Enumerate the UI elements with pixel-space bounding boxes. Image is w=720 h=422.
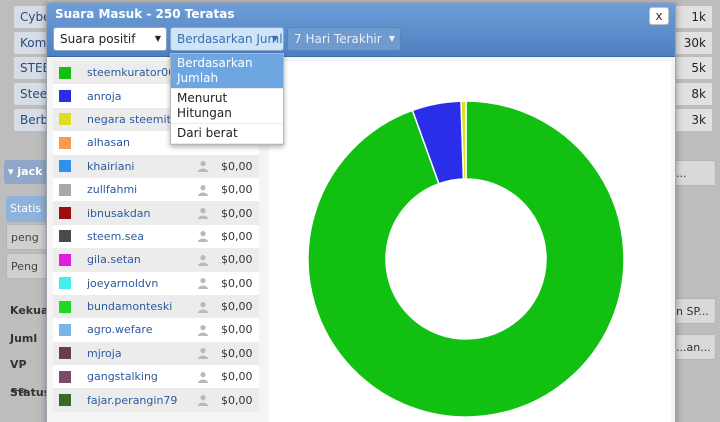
series-color-swatch [59,300,71,313]
vote-amount: $0,00 [221,370,253,384]
close-button[interactable]: x [649,7,669,25]
series-color-swatch [59,136,71,149]
vote-amount: $0,00 [221,346,253,360]
voter-name-link[interactable]: fajar.perangin79 [87,394,193,407]
modal-header: Suara Masuk - 250 Teratas x Suara positi… [47,3,675,57]
bg-user-label: jack [17,165,43,178]
bg-user-header: ▾ jack [4,160,48,184]
voter-name-link[interactable]: joeyarnoldvn [87,277,193,290]
user-icon [193,301,213,313]
series-color-swatch [59,277,71,290]
series-color-swatch [59,323,71,336]
vote-amount: $0,00 [221,229,253,243]
vote-amount: $0,00 [221,183,253,197]
sort-select[interactable]: Berdasarkan Jumlah ▼ [170,27,284,51]
user-icon [193,347,213,360]
vote-type-select[interactable]: Suara positif ▼ [53,27,167,51]
series-color-swatch [59,394,71,407]
series-color-swatch [59,253,71,266]
user-icon [193,184,213,196]
vote-share-chart [269,61,671,422]
voter-row: khairiani $0,00 [53,154,259,178]
voter-name-link[interactable]: bundamonteski [87,300,193,313]
series-color-swatch [59,183,71,196]
voter-name-link[interactable]: ibnusakdan [87,207,193,220]
vote-amount: $0,00 [221,393,253,407]
bg-right-button: ... [674,160,716,186]
voter-name-link[interactable]: khairiani [87,160,193,173]
series-color-swatch [59,90,71,103]
chevron-down-icon: ▼ [388,34,395,43]
bg-stat-label: Juml [10,332,38,345]
voter-row: fajar.perangin79 $0,00 [53,388,259,412]
bg-stat-item: Peng [6,253,48,279]
series-color-swatch [59,370,71,383]
sort-option-count[interactable]: Menurut Hitungan [171,89,283,124]
voter-row: bundamonteski $0,00 [53,294,259,319]
sort-dropdown-menu: Berdasarkan Jumlah Menurut Hitungan Dari… [170,53,284,145]
votes-modal: Suara Masuk - 250 Teratas x Suara positi… [46,2,676,422]
bg-stat-item: peng [6,224,48,250]
chevron-down-icon: ▼ [271,34,278,43]
voter-row: joeyarnoldvn $0,00 [53,271,259,295]
vote-amount: $0,00 [221,300,253,314]
bg-right-button: n SP... [674,298,716,324]
voter-row: zullfahmi $0,00 [53,177,259,202]
voter-name-link[interactable]: mjroja [87,347,193,360]
user-icon [193,324,213,336]
voter-name-link[interactable]: gangstalking [87,370,193,383]
user-icon [193,230,213,243]
series-color-swatch [59,66,71,79]
modal-title: Suara Masuk - 250 Teratas [55,7,235,21]
user-icon [193,254,213,266]
period-select[interactable]: 7 Hari Terakhir ▼ [287,27,401,51]
vote-type-value: Suara positif [60,32,136,46]
sort-option-weight[interactable]: Dari berat [171,124,283,144]
user-icon [193,207,213,220]
voter-name-link[interactable]: steem.sea [87,230,193,243]
voter-name-link[interactable]: zullfahmi [87,183,193,196]
donut-chart [307,100,625,418]
voter-name-link[interactable]: agro.wefare [87,323,193,336]
voter-row: agro.wefare $0,00 [53,318,259,342]
bg-stat-label: Kekua [10,304,49,317]
voter-row: mjroja $0,00 [53,341,259,366]
series-color-swatch [59,113,71,126]
sort-value: Berdasarkan Jumlah [177,32,283,46]
bg-stat-tab: Statis [6,196,48,222]
series-color-swatch [59,160,71,173]
vote-amount: $0,00 [221,323,253,337]
vote-amount: $0,00 [221,159,253,173]
series-color-swatch [59,230,71,243]
vote-amount: $0,00 [221,253,253,267]
user-icon [193,277,213,290]
bg-stat-label: Status [10,386,51,399]
user-icon [193,394,213,407]
voter-row: ibnusakdan $0,00 [53,201,259,225]
bg-right-button: ...an... [674,334,716,360]
user-icon [193,160,213,173]
vote-amount: $0,00 [221,276,253,290]
user-icon [193,371,213,383]
voter-row: steem.sea $0,00 [53,224,259,249]
sort-option-amount[interactable]: Berdasarkan Jumlah [171,54,283,89]
bg-stat-label: VP ~> [10,358,29,397]
series-color-swatch [59,207,71,220]
vote-amount: $0,00 [221,206,253,220]
voter-row: gila.setan $0,00 [53,248,259,272]
voter-row: gangstalking $0,00 [53,365,259,389]
voter-name-link[interactable]: gila.setan [87,253,193,266]
chevron-down-icon: ▼ [154,34,161,43]
period-value: 7 Hari Terakhir [294,32,382,46]
series-color-swatch [59,347,71,360]
